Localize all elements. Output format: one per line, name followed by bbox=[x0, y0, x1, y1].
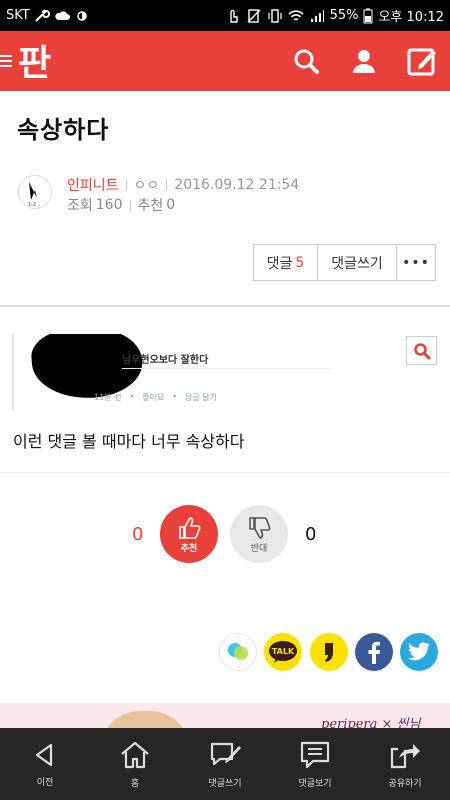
battery-icon bbox=[363, 8, 373, 23]
brightness-icon bbox=[76, 10, 87, 21]
touch-icon bbox=[229, 9, 238, 23]
comments-button[interactable]: 댓글 5 bbox=[254, 245, 318, 280]
thumbs-up-icon bbox=[179, 516, 201, 539]
nav-home-label: 홈 bbox=[130, 778, 140, 789]
avatar[interactable]: 1-2 bbox=[18, 175, 52, 209]
image-comment-like: 좋아요 bbox=[142, 393, 165, 402]
author-name[interactable]: 인피니트 bbox=[67, 175, 119, 195]
upvote-button[interactable]: 추천 bbox=[160, 505, 218, 563]
kakaostory-share-icon[interactable] bbox=[310, 633, 348, 671]
user-icon[interactable] bbox=[348, 45, 380, 77]
status-bar: SKT 55% 오후 10:12 bbox=[0, 0, 450, 31]
views-count: 160 bbox=[95, 197, 123, 213]
band-share-icon[interactable] bbox=[219, 633, 257, 671]
nav-view-comments[interactable]: 댓글보기 bbox=[270, 728, 360, 800]
signal-icon bbox=[310, 9, 324, 22]
views-label: 조회 bbox=[67, 198, 93, 214]
image-comment-meta: 11분 전 • 좋아요 • 답글 달기 bbox=[94, 392, 217, 402]
image-comment-text: 남우현오보다 잘한다 bbox=[122, 355, 209, 366]
post-body: 이런 댓글 볼 때마다 너무 속상하다 bbox=[13, 432, 245, 451]
image-zoom-button[interactable] bbox=[406, 336, 437, 365]
wifi-icon bbox=[288, 9, 304, 21]
downvote-button[interactable]: 반대 bbox=[230, 505, 288, 563]
comment-toolbar: 댓글 5 댓글쓰기 ••• bbox=[253, 244, 436, 281]
menu-icon[interactable] bbox=[0, 53, 14, 69]
clock: 오후 10:12 bbox=[378, 10, 444, 25]
wrench-icon bbox=[35, 8, 50, 22]
post-title: 속상하다 bbox=[17, 116, 110, 144]
nav-home[interactable]: 홈 bbox=[90, 728, 180, 800]
vibrate-icon bbox=[267, 8, 282, 23]
ad-banner[interactable]: peripera × 씬님 bbox=[0, 703, 450, 728]
bottom-nav: 이전 홈 댓글쓰기 댓글보기 공유하기 bbox=[0, 728, 450, 800]
facebook-share-icon[interactable] bbox=[355, 633, 393, 671]
nav-view-comments-label: 댓글보기 bbox=[298, 778, 332, 789]
nav-share-label: 공유하기 bbox=[388, 778, 422, 789]
image-comment-time: 11분 전 bbox=[94, 393, 122, 402]
nav-back[interactable]: 이전 bbox=[0, 728, 90, 800]
kakaotalk-share-icon[interactable]: TALK bbox=[264, 633, 302, 671]
comments-label: 댓글 bbox=[266, 255, 293, 272]
divider bbox=[0, 472, 450, 473]
back-arrow-icon bbox=[35, 743, 53, 766]
upvote-label: 추천 bbox=[180, 543, 198, 554]
comments-icon bbox=[300, 741, 330, 768]
downvote-label: 반대 bbox=[250, 543, 268, 554]
twitter-share-icon[interactable] bbox=[400, 633, 438, 671]
comments-count: 5 bbox=[295, 254, 305, 271]
divider bbox=[0, 305, 450, 307]
more-button[interactable]: ••• bbox=[397, 245, 435, 280]
stats-line: 조회 160 추천 0 bbox=[67, 195, 175, 215]
recommend-label: 추천 bbox=[137, 198, 164, 214]
kakaotalk-label: TALK bbox=[272, 647, 295, 656]
recommend-count: 0 bbox=[166, 197, 176, 213]
logo-text: 판 bbox=[18, 43, 51, 83]
nav-back-label: 이전 bbox=[36, 777, 54, 788]
search-icon[interactable] bbox=[290, 45, 322, 77]
nav-write-comment-label: 댓글쓰기 bbox=[208, 778, 242, 789]
author-line: 인피니트 ㅇㅇ 2016.09.12 21:54 bbox=[67, 175, 299, 195]
share-icon bbox=[390, 743, 420, 768]
post-image[interactable]: 남우현오보다 잘한다 11분 전 • 좋아요 • 답글 달기 bbox=[12, 334, 437, 410]
upvote-count: 0 bbox=[132, 524, 144, 545]
no-sim-icon bbox=[247, 8, 261, 23]
write-comment-icon bbox=[210, 742, 241, 765]
app-header: 판 bbox=[0, 31, 450, 91]
author-tag: ㅇㅇ bbox=[133, 178, 160, 194]
post-date: 2016.09.12 21:54 bbox=[174, 177, 300, 193]
home-icon bbox=[121, 741, 149, 768]
svg-text:1-2: 1-2 bbox=[28, 202, 36, 208]
cloud-icon bbox=[55, 10, 70, 20]
search-icon bbox=[413, 342, 430, 359]
write-comment-button[interactable]: 댓글쓰기 bbox=[318, 245, 397, 280]
edit-icon[interactable] bbox=[406, 45, 438, 77]
nav-write-comment[interactable]: 댓글쓰기 bbox=[180, 728, 270, 800]
image-comment-reply: 답글 달기 bbox=[184, 393, 217, 402]
ad-model-image bbox=[100, 711, 190, 728]
thumbs-down-icon bbox=[249, 516, 271, 539]
carrier-label: SKT bbox=[6, 8, 30, 23]
downvote-count: 0 bbox=[305, 524, 317, 545]
ad-brand: peripera × 씬님 bbox=[321, 717, 421, 728]
nav-share[interactable]: 공유하기 bbox=[360, 728, 450, 800]
pann-logo[interactable]: 판 bbox=[16, 39, 60, 84]
battery-percent: 55% bbox=[329, 8, 359, 23]
